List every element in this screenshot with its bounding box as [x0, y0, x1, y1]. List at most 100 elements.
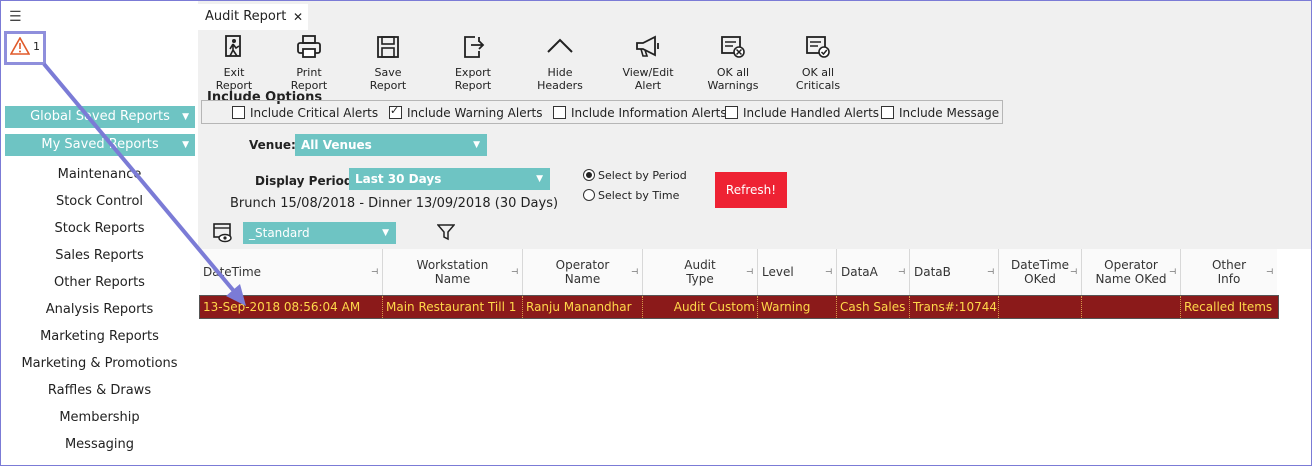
print-report-button[interactable]: Print Report [278, 34, 340, 92]
filter-icon[interactable] [437, 223, 455, 241]
warning-icon [10, 37, 30, 55]
ok-all-warnings-button[interactable]: OK all Warnings [692, 34, 774, 92]
select-by-time-label: Select by Time [598, 189, 680, 202]
include-message-checkbox[interactable]: Include Message [881, 106, 999, 120]
pin-icon[interactable]: ⊣ [987, 267, 994, 276]
display-period-select[interactable]: Last 30 Days ▼ [349, 168, 550, 190]
sidebar-item-sales-reports[interactable]: Sales Reports [1, 248, 198, 263]
save-icon [377, 36, 399, 58]
hide-headers-button[interactable]: Hide Headers [524, 34, 596, 92]
save-report-label: Save Report [369, 66, 407, 92]
my-saved-reports-dropdown[interactable]: My Saved Reports ▼ [5, 134, 195, 156]
tab-title: Audit Report [205, 9, 287, 24]
period-range-text: Brunch 15/08/2018 - Dinner 13/09/2018 (3… [230, 196, 559, 211]
column-header-dataa[interactable]: DataA ⊣ [837, 249, 910, 295]
view-edit-alert-button[interactable]: View/Edit Alert [608, 34, 688, 92]
sidebar-item-maintenance[interactable]: Maintenance [1, 167, 198, 182]
pin-icon[interactable]: ⊣ [1169, 267, 1176, 276]
dropdown-arrow-icon: ▼ [473, 140, 480, 150]
sidebar-item-stock-reports[interactable]: Stock Reports [1, 221, 198, 236]
include-critical-checkbox[interactable]: Include Critical Alerts [232, 106, 378, 120]
checklist-ok-icon [806, 36, 830, 58]
column-header-operator-oked[interactable]: Operator Name OKed ⊣ [1082, 249, 1181, 295]
cell-datab: Trans#:10744 [910, 296, 999, 318]
hamburger-menu-icon[interactable]: ☰ [9, 9, 22, 25]
column-header-datetime[interactable]: DateTime ⊣ [200, 249, 383, 295]
hide-headers-label: Hide Headers [537, 66, 583, 92]
column-header-label: DateTime [203, 265, 262, 279]
column-header-label: Workstation Name [416, 258, 489, 286]
dropdown-arrow-icon: ▼ [182, 140, 189, 150]
global-saved-reports-label: Global Saved Reports [30, 109, 170, 124]
include-warning-checkbox[interactable]: Include Warning Alerts [389, 104, 543, 120]
checklist-cancel-icon [721, 36, 745, 58]
pin-icon[interactable]: ⊣ [631, 267, 638, 276]
include-handled-label: Include Handled Alerts [743, 106, 880, 120]
sidebar-item-marketing-reports[interactable]: Marketing Reports [1, 329, 198, 344]
include-handled-checkbox[interactable]: Include Handled Alerts [725, 106, 879, 120]
exit-report-label: Exit Report [215, 66, 253, 92]
radio-selected [583, 169, 595, 181]
venue-select[interactable]: All Venues ▼ [295, 134, 487, 156]
column-header-label: DateTime OKed [1010, 258, 1070, 286]
sidebar-item-messaging[interactable]: Messaging [1, 437, 198, 452]
cell-audit-type: Audit Custom [643, 296, 758, 318]
close-icon[interactable]: ✕ [293, 4, 303, 30]
layout-select[interactable]: _Standard ▼ [243, 222, 396, 244]
view-layout-icon[interactable] [212, 222, 236, 244]
column-header-level[interactable]: Level ⊣ [758, 249, 837, 295]
column-header-datab[interactable]: DataB ⊣ [910, 249, 999, 295]
select-by-time-radio[interactable]: Select by Time [583, 189, 679, 202]
sidebar-item-membership[interactable]: Membership [1, 410, 198, 425]
dropdown-arrow-icon: ▼ [382, 228, 389, 238]
column-header-label: DataA [841, 265, 878, 279]
global-saved-reports-dropdown[interactable]: Global Saved Reports ▼ [5, 106, 195, 128]
pin-icon[interactable]: ⊣ [1070, 267, 1077, 276]
pin-icon[interactable]: ⊣ [746, 267, 753, 276]
pin-icon[interactable]: ⊣ [1266, 267, 1273, 276]
include-warning-label: Include Warning Alerts [407, 106, 543, 120]
column-header-audit-type[interactable]: Audit Type ⊣ [643, 249, 758, 295]
sidebar-item-stock-control[interactable]: Stock Control [1, 194, 198, 209]
include-options-group: Include Critical Alerts Include Warning … [201, 100, 1003, 124]
column-header-datetime-oked[interactable]: DateTime OKed ⊣ [999, 249, 1082, 295]
pin-icon[interactable]: ⊣ [898, 267, 905, 276]
pin-icon[interactable]: ⊣ [371, 267, 378, 276]
cell-level: Warning [758, 296, 837, 318]
include-critical-label: Include Critical Alerts [250, 106, 379, 120]
tab-audit-report[interactable]: Audit Report ✕ [198, 4, 308, 30]
save-report-button[interactable]: Save Report [356, 34, 420, 92]
cell-datetime-oked [999, 296, 1082, 318]
refresh-button[interactable]: Refresh! [715, 172, 787, 208]
column-header-operator[interactable]: Operator Name ⊣ [523, 249, 643, 295]
dropdown-arrow-icon: ▼ [182, 112, 189, 122]
printer-icon [297, 35, 321, 58]
select-by-period-radio[interactable]: Select by Period [583, 169, 687, 182]
pin-icon[interactable]: ⊣ [511, 267, 518, 276]
checkbox-checked [389, 104, 402, 119]
cell-other-info: Recalled Items [1184, 300, 1273, 314]
display-period-value: Last 30 Days [355, 172, 442, 186]
sidebar-item-raffles-draws[interactable]: Raffles & Draws [1, 383, 198, 398]
megaphone-icon [636, 35, 659, 57]
column-header-workstation[interactable]: Workstation Name ⊣ [383, 249, 523, 295]
export-icon [464, 36, 485, 58]
column-header-label: Level [762, 265, 794, 279]
sidebar-item-analysis-reports[interactable]: Analysis Reports [1, 302, 198, 317]
radio-unselected [583, 189, 595, 201]
export-report-label: Export Report [454, 66, 492, 92]
venue-value: All Venues [301, 138, 372, 152]
sidebar-item-other-reports[interactable]: Other Reports [1, 275, 198, 290]
export-report-button[interactable]: Export Report [436, 34, 510, 92]
alert-indicator[interactable]: 1 [4, 31, 46, 65]
ok-all-criticals-button[interactable]: OK all Criticals [780, 34, 856, 92]
table-row[interactable]: 13-Sep-2018 08:56:04 AM Main Restaurant … [199, 295, 1279, 319]
column-header-other-info[interactable]: Other Info ⊣ [1181, 249, 1277, 295]
sidebar: ☰ 1 Global Saved Reports ▼ My Saved Repo… [1, 1, 198, 464]
sidebar-item-marketing-promotions[interactable]: Marketing & Promotions [1, 356, 198, 371]
pin-icon[interactable]: ⊣ [825, 267, 832, 276]
venue-label: Venue: [249, 138, 296, 152]
include-information-checkbox[interactable]: Include Information Alerts [553, 106, 727, 120]
tab-bar: Audit Report ✕ [198, 1, 1311, 30]
exit-report-button[interactable]: Exit Report [204, 34, 264, 92]
